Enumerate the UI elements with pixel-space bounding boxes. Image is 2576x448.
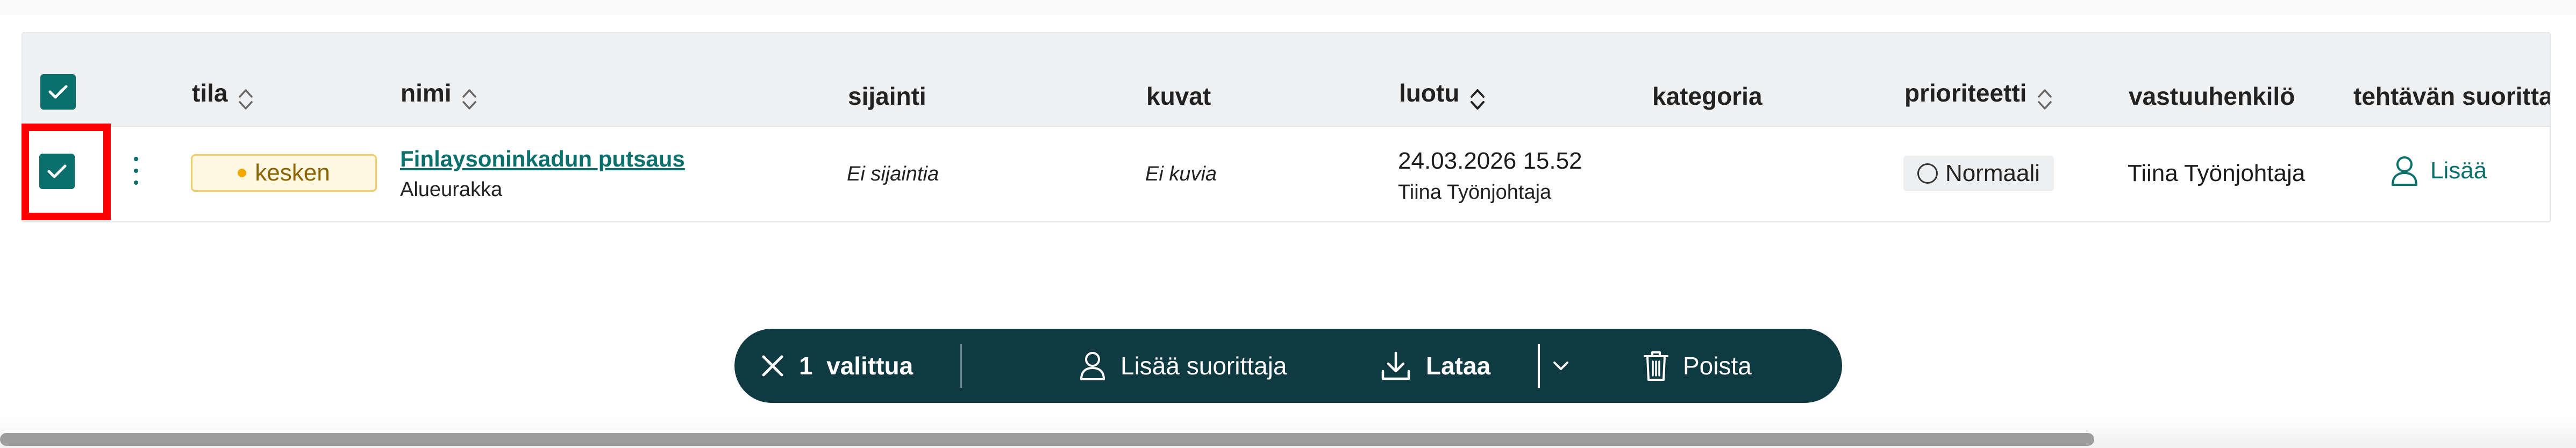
sort-updown-icon: [239, 89, 253, 110]
column-header-kuvat: kuvat: [1146, 82, 1211, 110]
task-name-link[interactable]: Finlaysoninkadun putsaus: [400, 146, 685, 172]
sort-updown-icon: [1470, 89, 1485, 110]
divider: [960, 344, 962, 388]
download-button[interactable]: Lataa: [1380, 329, 1490, 403]
column-header-tehtavan-suorittaja: tehtävän suoritta: [2353, 82, 2551, 110]
priority-label: Normaali: [1945, 160, 2040, 186]
sort-updown-icon: [2038, 89, 2052, 110]
column-header-luotu[interactable]: luotu: [1399, 81, 1486, 112]
user-icon: [2392, 156, 2417, 186]
bulk-action-bar: 1 valittua Lisää suorittaja Lataa Poista: [734, 329, 1842, 403]
download-icon: [1381, 351, 1410, 380]
close-icon: [762, 355, 783, 377]
column-label: prioriteetti: [1904, 79, 2027, 107]
add-assignee-bulk-button[interactable]: Lisää suorittaja: [1079, 329, 1287, 403]
clear-selection-button[interactable]: 1 valittua: [760, 329, 913, 403]
column-label: nimi: [401, 79, 452, 107]
column-label: tila: [192, 79, 228, 107]
delete-button[interactable]: Poista: [1643, 329, 1752, 403]
checkmark-icon: [48, 85, 68, 99]
add-assignee-bulk-label: Lisää suorittaja: [1121, 352, 1287, 380]
created-by: Tiina Työnjohtaja: [1398, 181, 1552, 204]
status-label: kesken: [255, 160, 330, 186]
column-header-kategoria: kategoria: [1652, 82, 1762, 110]
add-assignee-button[interactable]: Lisää: [2389, 155, 2487, 187]
column-header-vastuuhenkilo: vastuuhenkilö: [2129, 82, 2295, 110]
selected-count: 1 valittua: [799, 352, 914, 380]
horizontal-scrollbar-thumb[interactable]: [0, 433, 2094, 446]
column-header-sijainti: sijainti: [848, 82, 926, 110]
responsible-value: Tiina Työnjohtaja: [2128, 160, 2306, 186]
add-assignee-label: Lisää: [2430, 157, 2487, 184]
sort-updown-icon: [462, 89, 476, 110]
column-header-prioriteetti[interactable]: prioriteetti: [1904, 81, 2053, 112]
column-label: luotu: [1399, 79, 1460, 107]
status-badge: kesken: [191, 154, 377, 192]
trash-icon: [1644, 351, 1668, 381]
column-header-nimi[interactable]: nimi: [401, 81, 477, 112]
priority-circle-icon: [1917, 163, 1938, 184]
location-value: Ei sijaintia: [847, 163, 939, 185]
download-label: Lataa: [1426, 352, 1491, 380]
user-icon: [1080, 352, 1105, 380]
select-all-checkbox[interactable]: [40, 74, 76, 110]
status-dot-icon: [238, 169, 247, 177]
delete-label: Poista: [1683, 352, 1752, 380]
images-value: Ei kuvia: [1145, 163, 1217, 185]
chevron-down-icon: [1553, 362, 1568, 370]
priority-badge: Normaali: [1903, 156, 2054, 191]
download-dropdown-button[interactable]: [1552, 329, 1570, 403]
table-header: tila nimi sijainti kuvat luotu kategoria…: [23, 33, 2550, 127]
kebab-icon[interactable]: [132, 157, 140, 191]
task-contract: Alueurakka: [400, 178, 503, 201]
column-header-tila[interactable]: tila: [192, 81, 254, 112]
divider: [1538, 344, 1540, 388]
top-strip: [0, 0, 2576, 15]
selection-highlight: [22, 124, 111, 220]
created-date: 24.03.2026 15.52: [1398, 148, 1582, 174]
